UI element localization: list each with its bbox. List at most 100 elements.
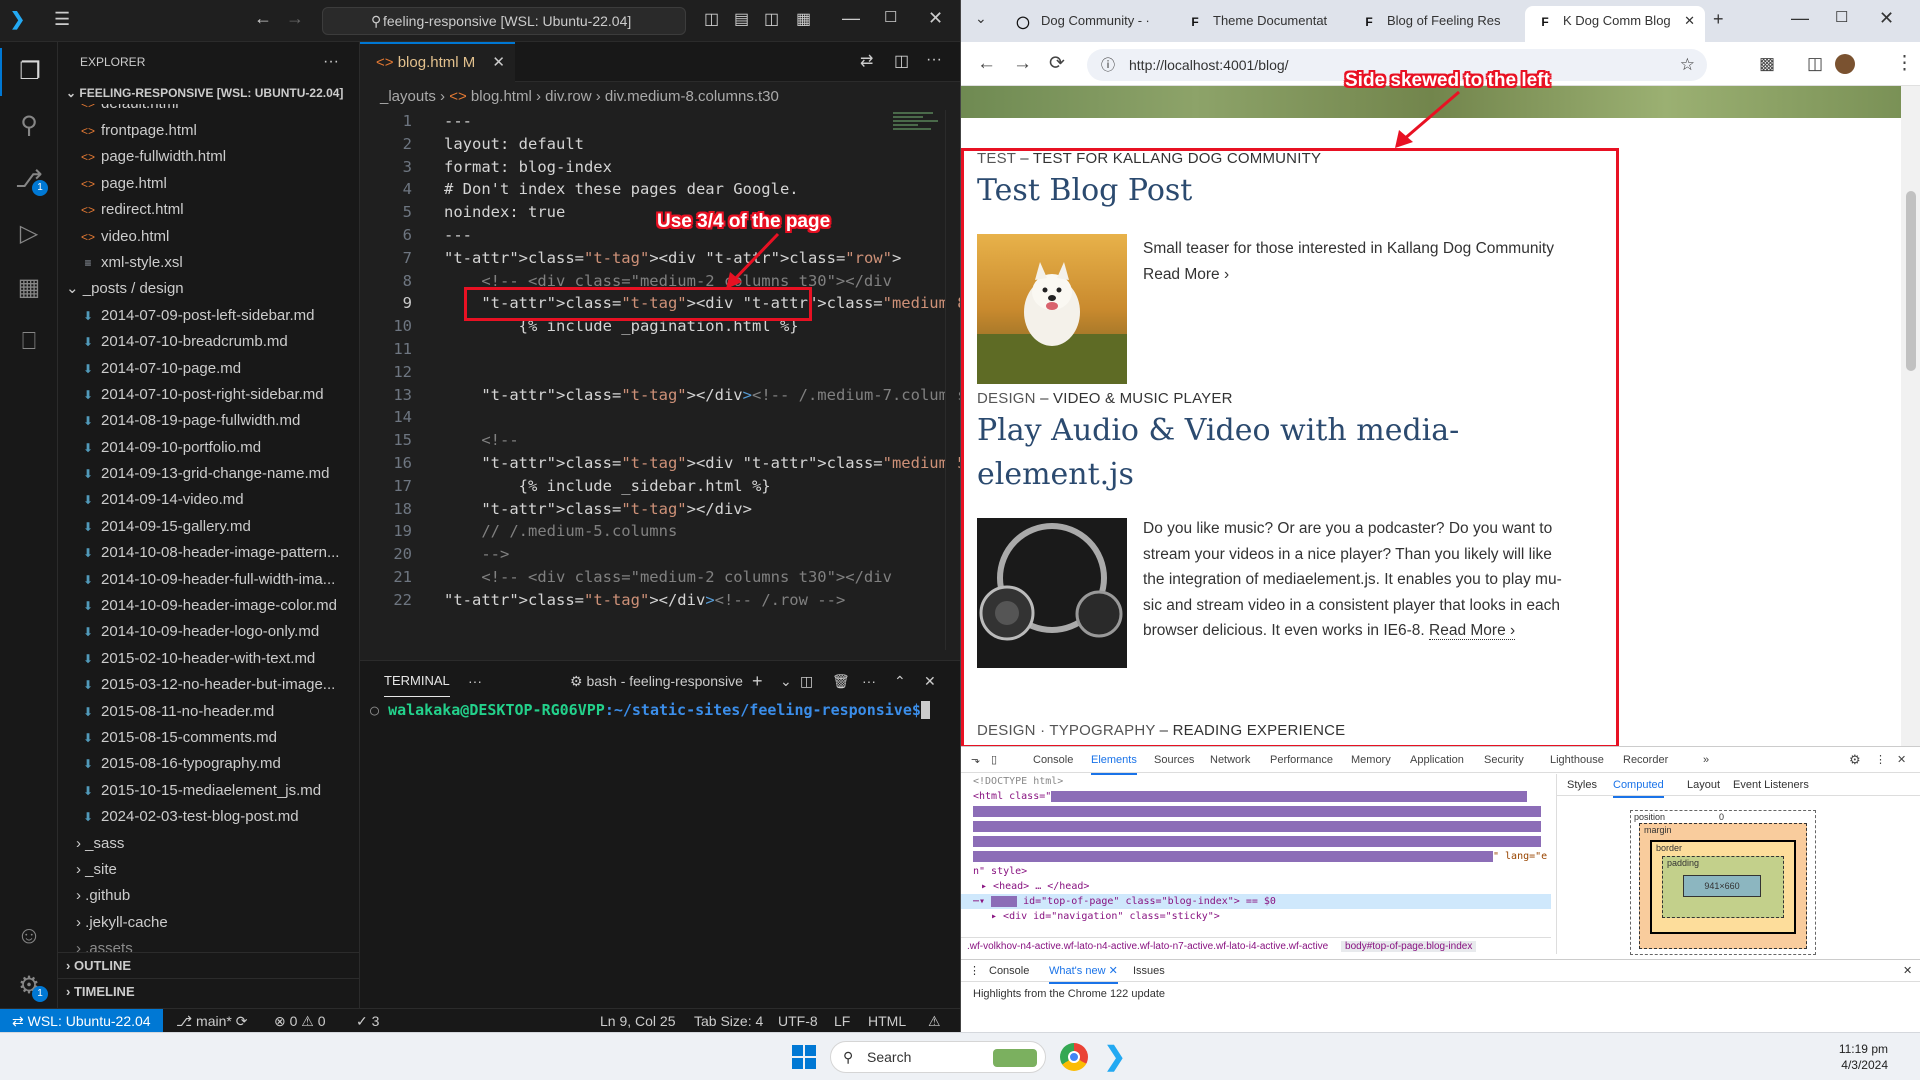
tab-blog-html[interactable]: <> blog.html M ✕: [360, 42, 515, 82]
dom-crumb-html[interactable]: .wf-volkhov-n4-active.wf-lato-n4-active.…: [961, 941, 1328, 952]
kill-terminal-icon[interactable]: 🗑: [832, 661, 850, 701]
event-listeners-tab[interactable]: Event Listeners: [1733, 774, 1809, 796]
dom-crumb-body[interactable]: body#top-of-page.blog-index: [1341, 941, 1477, 952]
terminal-prompt[interactable]: ○ walakaka@DESKTOP-RG06VPP:~/static-site…: [360, 701, 960, 719]
remote-explorer-icon[interactable]: ⎕: [0, 318, 58, 366]
side-panel-icon[interactable]: ◫: [1807, 42, 1823, 86]
tab-size[interactable]: Tab Size: 4: [694, 1009, 763, 1032]
new-terminal-icon[interactable]: +: [752, 661, 763, 701]
browser-tab-3[interactable]: F Blog of Feeling Res: [1349, 6, 1523, 42]
code-editor[interactable]: 1 --- 2 layout: default 3 format: blog-index 4…: [360, 110, 960, 650]
branch-indicator[interactable]: ⎇ main* ⟳: [176, 1009, 247, 1032]
maximize-icon[interactable]: ☐: [884, 8, 897, 26]
post-file-item[interactable]: ⬇ 2014-10-09-header-logo-only.md: [58, 619, 359, 645]
post-file-item[interactable]: ⬇ 2014-07-10-page.md: [58, 356, 359, 382]
devtools-tab-security[interactable]: Security: [1484, 747, 1524, 773]
devtools-tab-performance[interactable]: Performance: [1270, 747, 1333, 773]
back-icon[interactable]: ←: [977, 42, 996, 86]
devtools-tab-application[interactable]: Application: [1410, 747, 1464, 773]
post-file-item[interactable]: ⬇ 2014-07-10-post-right-sidebar.md: [58, 382, 359, 408]
search-view-icon[interactable]: ⚲: [0, 102, 58, 150]
code-line[interactable]: -->: [444, 543, 509, 566]
devtools-menu-icon[interactable]: ⋮: [1875, 747, 1886, 773]
breadcrumb-symbol-column[interactable]: div.medium-8.columns.t30: [605, 88, 779, 105]
folder-item[interactable]: › .github: [58, 883, 359, 909]
file-item[interactable]: <> page.html: [58, 171, 359, 197]
close-panel-icon[interactable]: ✕: [924, 661, 936, 701]
encoding[interactable]: UTF-8: [778, 1009, 818, 1032]
post-file-item[interactable]: ⬇ 2014-09-10-portfolio.md: [58, 435, 359, 461]
extensions-icon[interactable]: ▩: [1759, 42, 1775, 86]
breadcrumb-symbol-row[interactable]: div.row: [545, 88, 591, 105]
bookmark-star-icon[interactable]: ☆: [1680, 49, 1695, 81]
devtools-tab-recorder[interactable]: Recorder: [1623, 747, 1668, 773]
settings-gear-icon[interactable]: ⚙ 1: [0, 962, 58, 1010]
layout-tab[interactable]: Layout: [1687, 774, 1720, 796]
post-file-item[interactable]: ⬇ 2014-08-19-page-fullwidth.md: [58, 408, 359, 434]
minimize-icon[interactable]: —: [842, 8, 860, 29]
terminal-actions-icon[interactable]: ···: [862, 661, 876, 701]
post-file-item[interactable]: ⬇ 2015-08-16-typography.md: [58, 751, 359, 777]
code-line[interactable]: "t-attr">class="t-tag"><div "t-attr">cla…: [444, 247, 901, 270]
post-file-item[interactable]: ⬇ 2014-10-09-header-image-color.md: [58, 593, 359, 619]
navigation-node[interactable]: <div id="navigation" class="sticky">: [1003, 911, 1220, 922]
terminal-more-icon[interactable]: ···: [468, 661, 482, 701]
minimap[interactable]: [893, 110, 948, 150]
end-of-line[interactable]: LF: [834, 1009, 850, 1032]
code-line[interactable]: layout: default: [444, 133, 584, 156]
file-item[interactable]: <>default.html: [58, 104, 359, 118]
code-line[interactable]: ---: [444, 110, 472, 133]
close-icon[interactable]: ✕: [928, 8, 943, 29]
minimize-icon[interactable]: —: [1791, 8, 1809, 29]
post-file-item[interactable]: ⬇ 2014-10-08-header-image-pattern...: [58, 540, 359, 566]
command-center[interactable]: ⚲ feeling-responsive [WSL: Ubuntu-22.04]: [322, 7, 686, 35]
drawer-tab-console[interactable]: Console: [989, 960, 1029, 982]
breadcrumb-folder[interactable]: _layouts: [380, 88, 436, 105]
code-line[interactable]: format: blog-index: [444, 156, 612, 179]
browser-tab-2[interactable]: F Theme Documentat: [1175, 6, 1349, 42]
maximize-icon[interactable]: ☐: [1835, 8, 1848, 26]
windows-start-icon[interactable]: [792, 1045, 816, 1069]
editor-scrollbar[interactable]: [945, 110, 957, 650]
code-line[interactable]: ---: [444, 224, 472, 247]
explorer-icon[interactable]: ❐: [0, 48, 58, 96]
compare-changes-icon[interactable]: ⇄: [860, 51, 873, 71]
more-actions-icon[interactable]: ···: [323, 42, 339, 82]
new-tab-icon[interactable]: +: [1713, 9, 1724, 30]
post-file-item[interactable]: ⬇ 2014-09-13-grid-change-name.md: [58, 461, 359, 487]
drawer-tab-whats-new[interactable]: What's new ✕: [1049, 960, 1118, 984]
head-node[interactable]: <head> … </head>: [993, 881, 1089, 892]
tab-close-icon[interactable]: ✕: [492, 44, 505, 82]
run-debug-icon[interactable]: ▷: [0, 210, 58, 258]
browser-tab-active[interactable]: F K Dog Comm Blog ✕: [1525, 6, 1705, 42]
code-line[interactable]: noindex: true: [444, 201, 565, 224]
accounts-icon[interactable]: ☺: [0, 912, 58, 960]
post-file-item[interactable]: ⬇ 2024-02-03-test-blog-post.md: [58, 804, 359, 830]
devtools-close-icon[interactable]: ✕: [1897, 747, 1906, 773]
code-line[interactable]: <!--: [444, 429, 518, 452]
maximize-panel-icon[interactable]: ⌃: [894, 661, 906, 701]
back-arrow-icon[interactable]: ←: [254, 8, 272, 29]
reload-icon[interactable]: ⟳: [1049, 42, 1065, 86]
toggle-sidebar-icon[interactable]: ◫: [704, 9, 719, 29]
code-line[interactable]: "t-attr">class="t-tag"></div><!-- /.medi…: [444, 384, 960, 407]
toggle-secondary-sidebar-icon[interactable]: ◫: [764, 9, 779, 29]
post-file-item[interactable]: ⬇ 2014-07-10-breadcrumb.md: [58, 329, 359, 355]
browser-tab-1[interactable]: ◯ Dog Community - ∙: [1003, 6, 1175, 42]
site-info-icon[interactable]: ⓘ: [1101, 49, 1115, 81]
split-terminal-icon[interactable]: ◫: [800, 661, 813, 701]
code-line[interactable]: "t-attr">class="t-tag"></div>: [444, 498, 752, 521]
devtools-settings-icon[interactable]: ⚙: [1849, 747, 1861, 773]
computed-tab[interactable]: Computed: [1613, 774, 1664, 798]
post-file-item[interactable]: ⬇ 2014-10-09-header-full-width-ima...: [58, 567, 359, 593]
ports-indicator[interactable]: ✓ 3: [356, 1009, 379, 1032]
toggle-panel-icon[interactable]: ▤: [734, 9, 749, 29]
code-line[interactable]: # Don't index these pages dear Google.: [444, 178, 799, 201]
close-icon[interactable]: ✕: [1879, 8, 1894, 29]
file-item[interactable]: <> frontpage.html: [58, 118, 359, 144]
code-line[interactable]: // /.medium-5.columns: [444, 520, 677, 543]
device-toolbar-icon[interactable]: ▯: [991, 747, 997, 773]
post-file-item[interactable]: ⬇ 2014-09-14-video.md: [58, 487, 359, 513]
terminal-instance[interactable]: ⚙ bash - feeling-responsive: [570, 661, 743, 701]
menu-icon[interactable]: ☰: [54, 9, 70, 30]
